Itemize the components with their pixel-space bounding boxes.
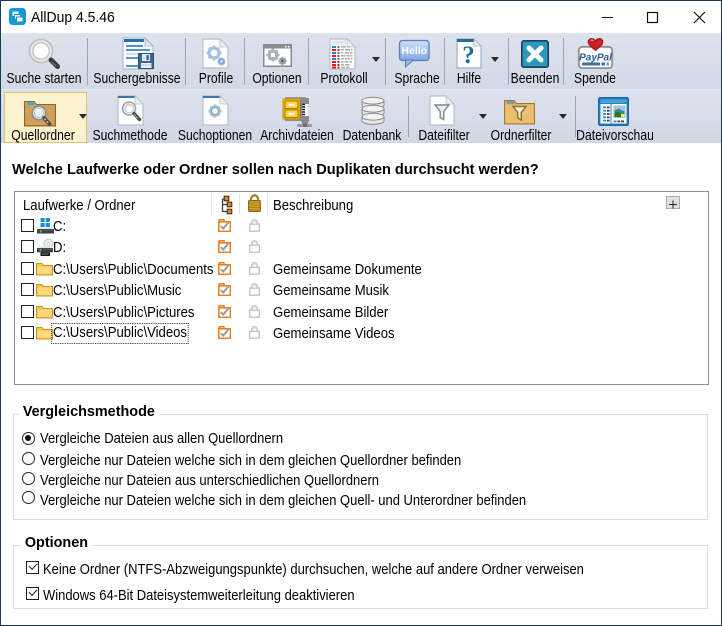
svg-text:PayPal: PayPal [579, 53, 612, 64]
svg-text:Hello: Hello [401, 45, 427, 57]
svg-text:?: ? [462, 42, 475, 69]
